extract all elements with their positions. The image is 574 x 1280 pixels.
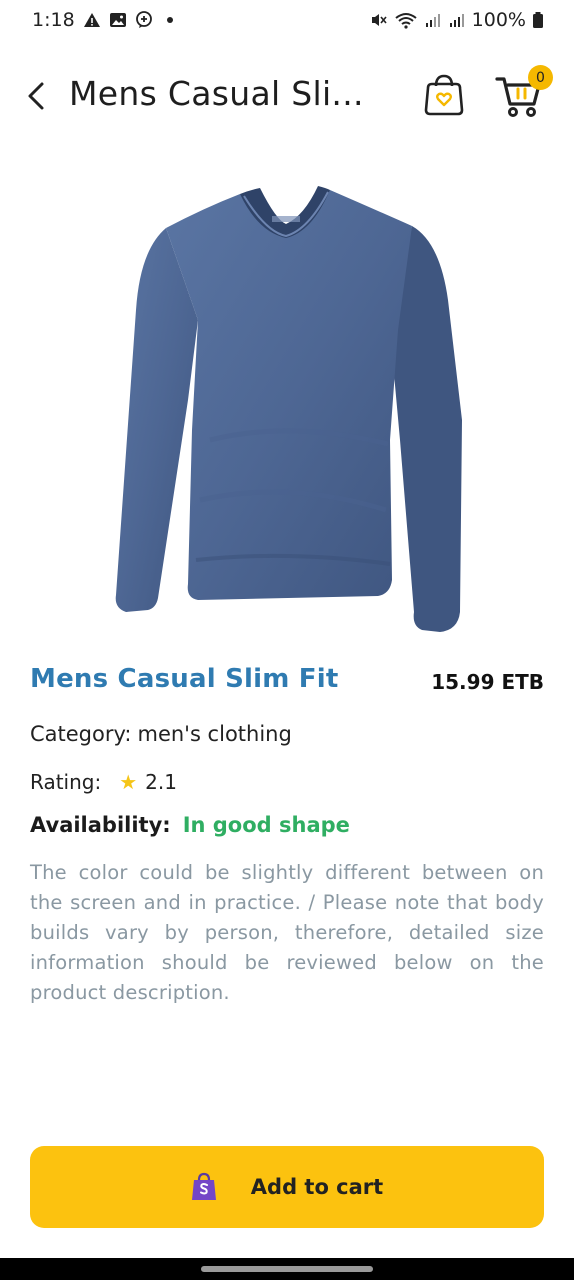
- rating-row: Rating: ★ 2.1: [30, 770, 177, 794]
- category-row: Category: men's clothing: [30, 722, 292, 746]
- status-time: 1:18: [32, 9, 75, 31]
- availability-row: Availability: In good shape: [30, 813, 350, 837]
- cart-count-badge: 0: [528, 65, 553, 90]
- alert-icon: [83, 13, 100, 27]
- star-icon: ★: [119, 770, 138, 794]
- dot-icon: [166, 17, 173, 23]
- chat-plus-icon: [135, 11, 152, 28]
- add-to-cart-button[interactable]: Add to cart: [30, 1146, 544, 1228]
- product-name: Mens Casual Slim Fit: [30, 664, 339, 694]
- availability-value: In good shape: [182, 813, 350, 837]
- product-description: The color could be slightly different be…: [30, 861, 544, 1004]
- page-title: Mens Casual Sli...: [69, 74, 364, 113]
- availability-label: Availability:: [30, 813, 171, 837]
- app-bar: Mens Casual Sli...: [0, 60, 574, 132]
- wifi-icon: [395, 13, 417, 29]
- category-label: Category:: [30, 722, 132, 746]
- rating-value: 2.1: [145, 770, 177, 794]
- signal-icon: [425, 14, 440, 27]
- status-bar: 1:18 100%: [0, 0, 574, 40]
- mute-icon: [371, 14, 387, 26]
- add-to-cart-label: Add to cart: [250, 1175, 384, 1199]
- navigation-bar: [0, 1258, 574, 1280]
- category-value: men's clothing: [137, 722, 292, 746]
- status-right: 100%: [370, 9, 544, 31]
- back-button[interactable]: [20, 76, 52, 116]
- battery-percent: 100%: [471, 9, 526, 31]
- battery-icon: [533, 12, 543, 28]
- home-gesture-handle[interactable]: [201, 1266, 373, 1272]
- chevron-left-icon: [28, 82, 44, 110]
- status-left: 1:18: [32, 9, 179, 31]
- wishlist-button[interactable]: [422, 72, 466, 118]
- product-price: 15.99 ETB: [431, 670, 544, 694]
- rating-label: Rating:: [30, 770, 102, 794]
- signal-icon: [449, 14, 464, 27]
- shopping-bag-icon: [191, 1172, 216, 1200]
- image-icon: [109, 13, 126, 27]
- shopping-bag-heart-icon: [424, 74, 464, 116]
- product-image: [115, 186, 462, 632]
